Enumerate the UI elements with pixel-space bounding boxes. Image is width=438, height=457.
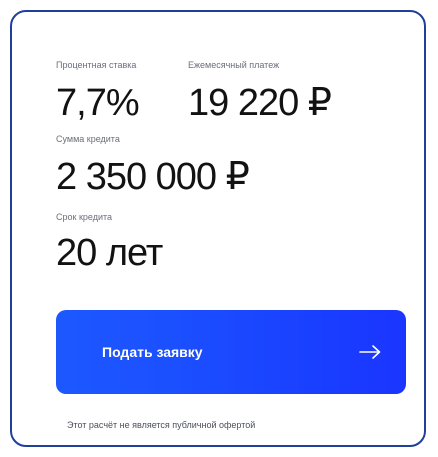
apply-button-label: Подать заявку <box>102 344 203 360</box>
interest-rate-value: 7,7% <box>56 82 140 124</box>
page: Процентная ставка 7,7% Ежемесячный плате… <box>0 0 438 457</box>
monthly-payment-label: Ежемесячный платеж <box>188 60 280 70</box>
loan-summary-card: Процентная ставка 7,7% Ежемесячный плате… <box>10 10 426 447</box>
loan-amount-value: 2 350 000 ₽ <box>56 156 250 198</box>
loan-term-value: 20 лет <box>56 232 163 274</box>
monthly-payment-value: 19 220 ₽ <box>188 82 332 124</box>
loan-amount-label: Сумма кредита <box>56 134 120 144</box>
apply-button[interactable]: Подать заявку <box>56 310 406 394</box>
offer-disclaimer: Этот расчёт не является публичной оферто… <box>67 420 256 430</box>
loan-term-label: Срок кредита <box>56 212 113 222</box>
interest-rate-label: Процентная ставка <box>56 60 137 70</box>
arrow-right-icon <box>359 345 381 359</box>
